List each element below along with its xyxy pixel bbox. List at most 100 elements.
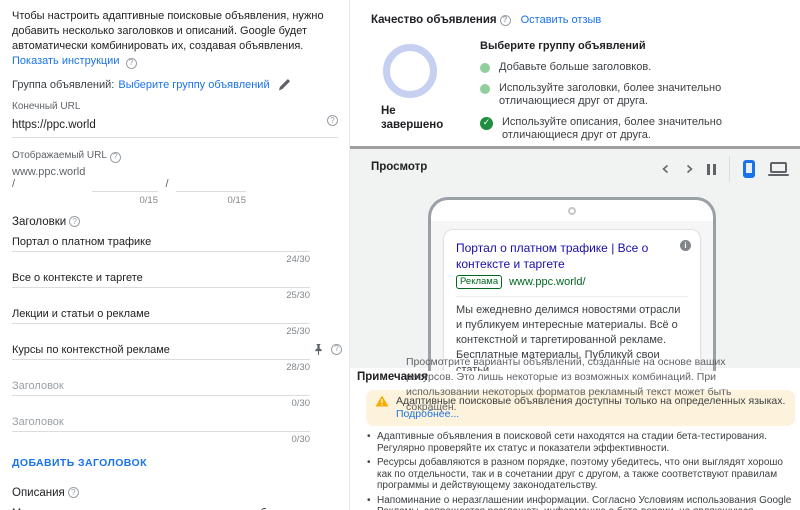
ad-edit-form: Чтобы настроить адаптивные поисковые объ… xyxy=(0,0,348,510)
headline-field-2[interactable]: Все о контексте и таргете 25/30 xyxy=(12,271,310,301)
ad-preview-headline[interactable]: Портал о платном трафике | Все о контекс… xyxy=(456,240,688,272)
pending-dot-icon xyxy=(480,63,490,73)
path1-input[interactable] xyxy=(92,177,158,192)
note-item: • Напоминание о неразглашении информации.… xyxy=(366,495,795,510)
next-variant-button[interactable] xyxy=(684,164,694,174)
mobile-preview-button[interactable] xyxy=(743,160,755,178)
preview-caption: Просмотрите варианты объявлений, созданн… xyxy=(406,355,753,415)
phone-camera-dot xyxy=(568,207,576,215)
pause-icon[interactable] xyxy=(707,164,716,175)
ad-url-row: Реклама www.ppc.world/ xyxy=(456,275,688,289)
display-url-label: Отображаемый URL? xyxy=(12,150,338,163)
path-separator: / xyxy=(160,178,174,192)
quality-status-label: Не завершено xyxy=(381,104,451,132)
info-icon[interactable]: i xyxy=(680,240,691,251)
note-text: Адаптивные объявления в поисковой сети н… xyxy=(377,431,767,454)
pin-icon[interactable] xyxy=(313,343,324,356)
headline-counter: 24/30 xyxy=(12,254,310,265)
note-text: Напоминание о неразглашении информации. … xyxy=(377,495,791,510)
select-ad-group-link[interactable]: Выберите группу объявлений xyxy=(118,79,269,91)
headline-input[interactable]: Все о контексте и таргете xyxy=(12,271,310,288)
quality-suggestions: Выберите группу объявлений Добавьте боль… xyxy=(480,40,794,150)
ad-quality-header: Качество объявления ? Оставить отзыв xyxy=(371,14,601,26)
help-icon[interactable]: ? xyxy=(500,15,511,26)
controls-divider xyxy=(729,156,730,182)
headline-counter: 0/30 xyxy=(12,434,310,445)
final-url-value: https://ppc.world xyxy=(12,119,96,131)
headline-input-placeholder[interactable]: Заголовок xyxy=(12,415,310,432)
help-icon[interactable]: ? xyxy=(69,216,80,227)
previous-variant-button[interactable] xyxy=(661,164,671,174)
ad-preview-card: Портал о платном трафике | Все о контекс… xyxy=(443,229,701,371)
suggestion-text: Добавьте больше заголовков. xyxy=(499,61,651,75)
headline-field-1[interactable]: Портал о платном трафике 24/30 xyxy=(12,235,310,265)
suggestion-text: Используйте описания, более значительно … xyxy=(502,116,794,143)
note-item: •Ресурсы добавляются в разном порядке, п… xyxy=(366,457,795,492)
headline-field-6[interactable]: Заголовок 0/30 xyxy=(12,415,310,445)
edit-pencil-icon[interactable] xyxy=(278,78,291,91)
headline-counter: 25/30 xyxy=(12,290,310,301)
headline-field-4[interactable]: Курсы по контекстной рекламе ? 28/30 xyxy=(12,343,310,373)
headlines-heading: Заголовки? xyxy=(12,216,338,228)
bullet-icon: • xyxy=(367,495,371,507)
suggestion-item: Добавьте больше заголовков. xyxy=(480,61,794,75)
desktop-preview-button[interactable] xyxy=(768,162,789,176)
phone-mockup: Портал о платном трафике | Все о контекс… xyxy=(428,197,716,371)
headline-counter: 0/30 xyxy=(12,398,310,409)
description-field-1[interactable]: Мы ежедневно делимся новостями отрасли и… xyxy=(12,506,310,510)
warning-icon xyxy=(375,395,389,407)
help-icon[interactable]: ? xyxy=(327,115,338,126)
display-url-row: www.ppc.world / / xyxy=(12,166,338,192)
ad-display-url: www.ppc.world/ xyxy=(509,276,585,288)
headline-counter: 28/30 xyxy=(12,362,310,373)
path1-counter: 0/15 xyxy=(92,195,158,206)
ad-quality-title: Качество объявления xyxy=(371,14,497,26)
preview-panel: Просмотр Портал о платном трафике | Все … xyxy=(350,146,800,368)
headline-input[interactable]: Лекции и статьи о рекламе xyxy=(12,307,310,324)
suggestion-item: Используйте заголовки, более значительно… xyxy=(480,82,794,109)
note-text: Ресурсы добавляются в разном порядке, по… xyxy=(377,457,783,491)
leave-feedback-link[interactable]: Оставить отзыв xyxy=(521,14,602,26)
phone-screen: Портал о платном трафике | Все о контекс… xyxy=(431,221,713,371)
help-icon[interactable]: ? xyxy=(68,487,79,498)
pending-dot-icon xyxy=(480,84,490,94)
help-icon[interactable]: ? xyxy=(126,58,137,69)
headline-counter: 25/30 xyxy=(12,326,310,337)
preview-title: Просмотр xyxy=(371,161,427,173)
headlines-heading-text: Заголовки xyxy=(12,216,66,228)
display-url-label-text: Отображаемый URL xyxy=(12,150,107,161)
right-column: Качество объявления ? Оставить отзыв Не … xyxy=(349,0,800,510)
ad-group-label: Группа объявлений: xyxy=(12,79,114,91)
help-icon[interactable]: ? xyxy=(110,152,121,163)
final-url-field[interactable]: https://ppc.world ? xyxy=(12,115,338,138)
note-item: • Адаптивные объявления в поисковой сети … xyxy=(366,431,795,454)
headline-field-3[interactable]: Лекции и статьи о рекламе 25/30 xyxy=(12,307,310,337)
path2-counter: 0/15 xyxy=(176,195,246,206)
display-url-counters: 0/15 0/15 xyxy=(12,195,338,206)
path2-input[interactable] xyxy=(176,177,246,192)
notes-list: • Адаптивные объявления в поисковой сети … xyxy=(366,431,795,510)
bullet-icon: • xyxy=(367,431,371,443)
intro-body: Чтобы настроить адаптивные поисковые объ… xyxy=(12,10,324,52)
ad-quality-panel: Качество объявления ? Оставить отзыв Не … xyxy=(350,0,800,146)
add-headline-button[interactable]: ДОБАВИТЬ ЗАГОЛОВОК xyxy=(12,457,147,469)
help-icon[interactable]: ? xyxy=(331,344,342,355)
check-circle-icon: ✓ xyxy=(480,117,493,130)
headline-row-icons: ? xyxy=(313,343,342,356)
quality-progress-ring xyxy=(383,44,437,98)
description-input[interactable]: Мы ежедневно делимся новостями отрасли и… xyxy=(12,506,310,510)
headline-field-5[interactable]: Заголовок 0/30 xyxy=(12,379,310,409)
suggestion-text: Используйте заголовки, более значительно… xyxy=(499,82,794,109)
suggestions-title: Выберите группу объявлений xyxy=(480,40,794,52)
headline-input-placeholder[interactable]: Заголовок xyxy=(12,379,310,396)
final-url-label: Конечный URL xyxy=(12,101,338,112)
intro-text: Чтобы настроить адаптивные поисковые объ… xyxy=(12,9,348,69)
display-url-base: www.ppc.world / xyxy=(12,166,90,192)
preview-controls xyxy=(661,157,789,181)
headline-input[interactable]: Курсы по контекстной рекламе xyxy=(12,343,310,360)
show-instructions-link[interactable]: Показать инструкции xyxy=(12,55,119,67)
headline-input[interactable]: Портал о платном трафике xyxy=(12,235,310,252)
suggestion-item: ✓ Используйте описания, более значительн… xyxy=(480,116,794,143)
ad-group-row: Группа объявлений: Выберите группу объяв… xyxy=(12,78,338,91)
ad-editor-page: Чтобы настроить адаптивные поисковые объ… xyxy=(0,0,800,510)
